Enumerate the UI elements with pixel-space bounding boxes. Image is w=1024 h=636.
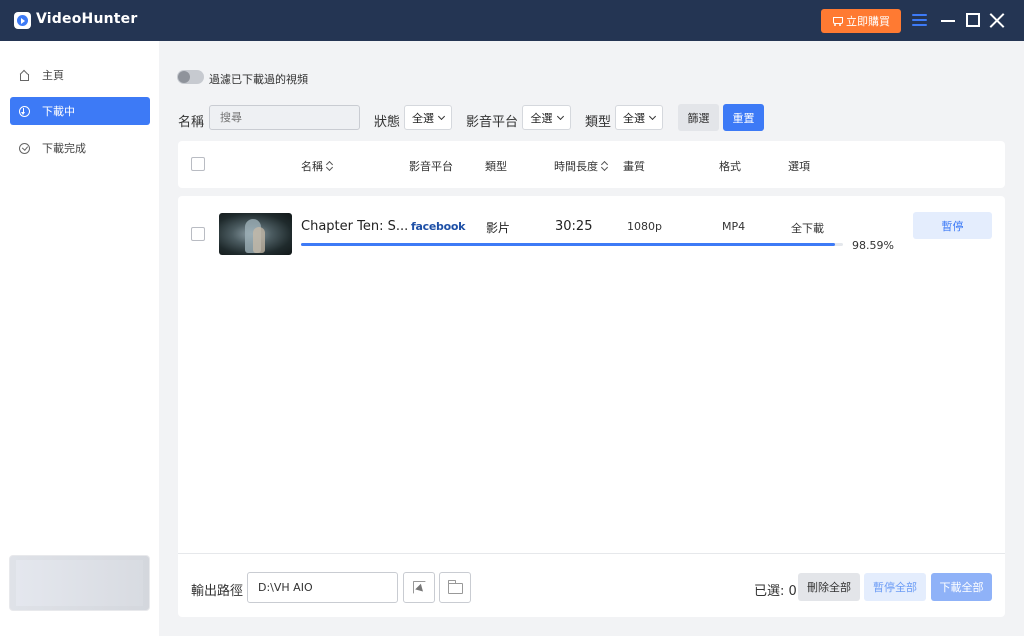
video-quality: 1080p — [627, 220, 662, 233]
chevron-down-icon — [437, 112, 446, 120]
column-name[interactable]: 名稱 — [301, 158, 332, 174]
reset-button[interactable]: 重置 — [723, 104, 764, 131]
promo-banner[interactable] — [9, 555, 150, 611]
download-all-button[interactable]: 下載全部 — [931, 573, 992, 601]
maximize-icon[interactable] — [966, 13, 980, 27]
minimize-icon[interactable] — [941, 20, 955, 22]
video-format: MP4 — [722, 220, 746, 233]
close-icon[interactable] — [990, 13, 1005, 28]
output-path-label: 輸出路徑 — [191, 584, 244, 599]
sidebar-item-home[interactable]: 主頁 — [10, 61, 150, 89]
video-thumbnail — [219, 213, 292, 255]
folder-icon — [448, 580, 463, 594]
type-filter-label: 類型 — [585, 115, 612, 130]
video-duration: 30:25 — [555, 219, 593, 234]
column-type: 類型 — [485, 160, 507, 173]
footer-divider — [178, 553, 1005, 554]
promo-image — [16, 560, 143, 606]
download-progress-bar — [301, 243, 843, 246]
platform-select[interactable]: 全選 — [522, 105, 571, 130]
open-folder-button[interactable] — [439, 572, 471, 603]
column-options: 選項 — [788, 160, 810, 173]
output-path-input[interactable] — [247, 572, 398, 603]
select-all-checkbox[interactable] — [191, 157, 205, 171]
status-select[interactable]: 全選 — [404, 105, 452, 130]
type-select-value: 全選 — [623, 111, 645, 125]
sidebar-item-downloading[interactable]: 下載中 — [10, 97, 150, 125]
column-platform: 影音平台 — [409, 160, 453, 173]
app-title: VideoHunter — [36, 11, 138, 27]
sidebar-item-completed[interactable]: 下載完成 — [10, 134, 150, 162]
filter-downloaded-label: 過濾已下載過的視頻 — [209, 73, 308, 86]
buy-now-label: 立即購買 — [846, 15, 890, 28]
selected-count: 已選: 0 — [754, 584, 797, 599]
download-option: 全下載 — [791, 222, 824, 235]
cart-icon — [832, 16, 843, 26]
app-logo-icon — [14, 12, 31, 29]
sidebar: 主頁 下載中 下載完成 — [0, 41, 159, 636]
cursor-select-icon — [413, 581, 426, 594]
platform-select-value: 全選 — [530, 111, 553, 125]
name-filter-label: 名稱 — [178, 115, 205, 130]
download-icon — [19, 105, 30, 117]
sidebar-item-label: 下載中 — [42, 105, 75, 118]
video-type: 影片 — [486, 221, 511, 235]
column-duration-label: 時間長度 — [554, 160, 598, 173]
facebook-platform-logo: facebook — [411, 220, 466, 233]
column-duration[interactable]: 時間長度 — [554, 158, 607, 174]
filter-downloaded-toggle[interactable] — [177, 70, 204, 84]
chevron-down-icon — [648, 112, 657, 120]
row-checkbox[interactable] — [191, 227, 205, 241]
sidebar-item-label: 主頁 — [42, 69, 64, 82]
platform-filter-label: 影音平台 — [466, 115, 519, 130]
column-name-label: 名稱 — [301, 160, 323, 173]
pause-all-button[interactable]: 暫停全部 — [864, 573, 926, 601]
menu-icon[interactable] — [912, 14, 927, 27]
type-select[interactable]: 全選 — [615, 105, 663, 130]
column-quality: 畫質 — [623, 160, 645, 173]
chevron-down-icon — [556, 112, 564, 120]
status-filter-label: 狀態 — [374, 115, 401, 130]
home-icon — [19, 70, 30, 81]
check-circle-icon — [19, 142, 30, 154]
sort-icon — [326, 161, 332, 171]
column-format: 格式 — [719, 160, 741, 173]
choose-path-button[interactable] — [403, 572, 435, 603]
search-input[interactable] — [209, 105, 360, 130]
pause-button[interactable]: 暫停 — [913, 212, 992, 239]
sort-icon — [601, 161, 607, 171]
delete-all-button[interactable]: 刪除全部 — [798, 573, 860, 601]
download-progress-fill — [301, 243, 836, 246]
video-title: Chapter Ten: S... — [301, 219, 409, 234]
buy-now-button[interactable]: 立即購買 — [821, 9, 901, 33]
sidebar-item-label: 下載完成 — [42, 142, 86, 155]
title-bar: VideoHunter 立即購買 — [0, 0, 1024, 41]
filter-button[interactable]: 篩選 — [678, 104, 719, 131]
status-select-value: 全選 — [412, 111, 434, 125]
download-progress-text: 98.59% — [852, 239, 894, 252]
